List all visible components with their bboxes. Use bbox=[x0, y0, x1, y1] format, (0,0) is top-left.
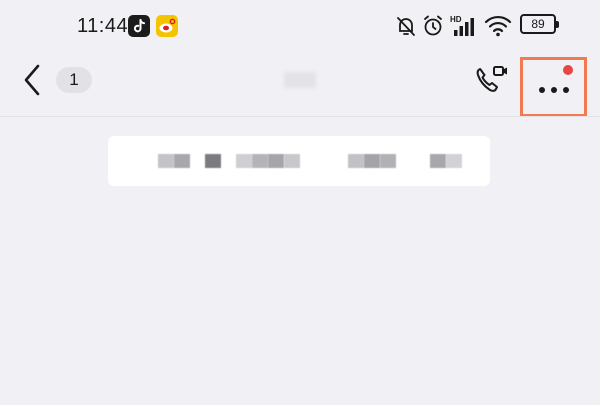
header-divider bbox=[0, 116, 600, 117]
mute-icon bbox=[397, 17, 415, 36]
chat-header: 1 bbox=[0, 50, 600, 117]
tiktok-icon bbox=[128, 15, 150, 37]
status-bar: 11:44 HD 89 bbox=[0, 0, 600, 50]
battery-icon: 89 bbox=[520, 14, 559, 34]
notification-dot bbox=[563, 65, 573, 75]
svg-text:HD: HD bbox=[450, 15, 462, 24]
system-notice bbox=[108, 136, 490, 186]
more-options-highlight bbox=[520, 57, 587, 117]
weibo-icon bbox=[156, 15, 178, 37]
wifi-icon bbox=[484, 15, 512, 37]
alarm-icon bbox=[424, 15, 442, 36]
chat-title bbox=[284, 72, 316, 88]
signal-icon: HD bbox=[450, 15, 474, 36]
status-time: 11:44 bbox=[77, 15, 129, 37]
back-icon bbox=[24, 64, 40, 96]
more-options-button[interactable] bbox=[523, 60, 584, 114]
battery-level: 89 bbox=[531, 17, 545, 31]
video-call-icon bbox=[476, 66, 507, 92]
unread-count-badge[interactable]: 1 bbox=[56, 67, 92, 93]
back-button[interactable] bbox=[18, 62, 48, 98]
video-call-button[interactable] bbox=[472, 62, 512, 98]
